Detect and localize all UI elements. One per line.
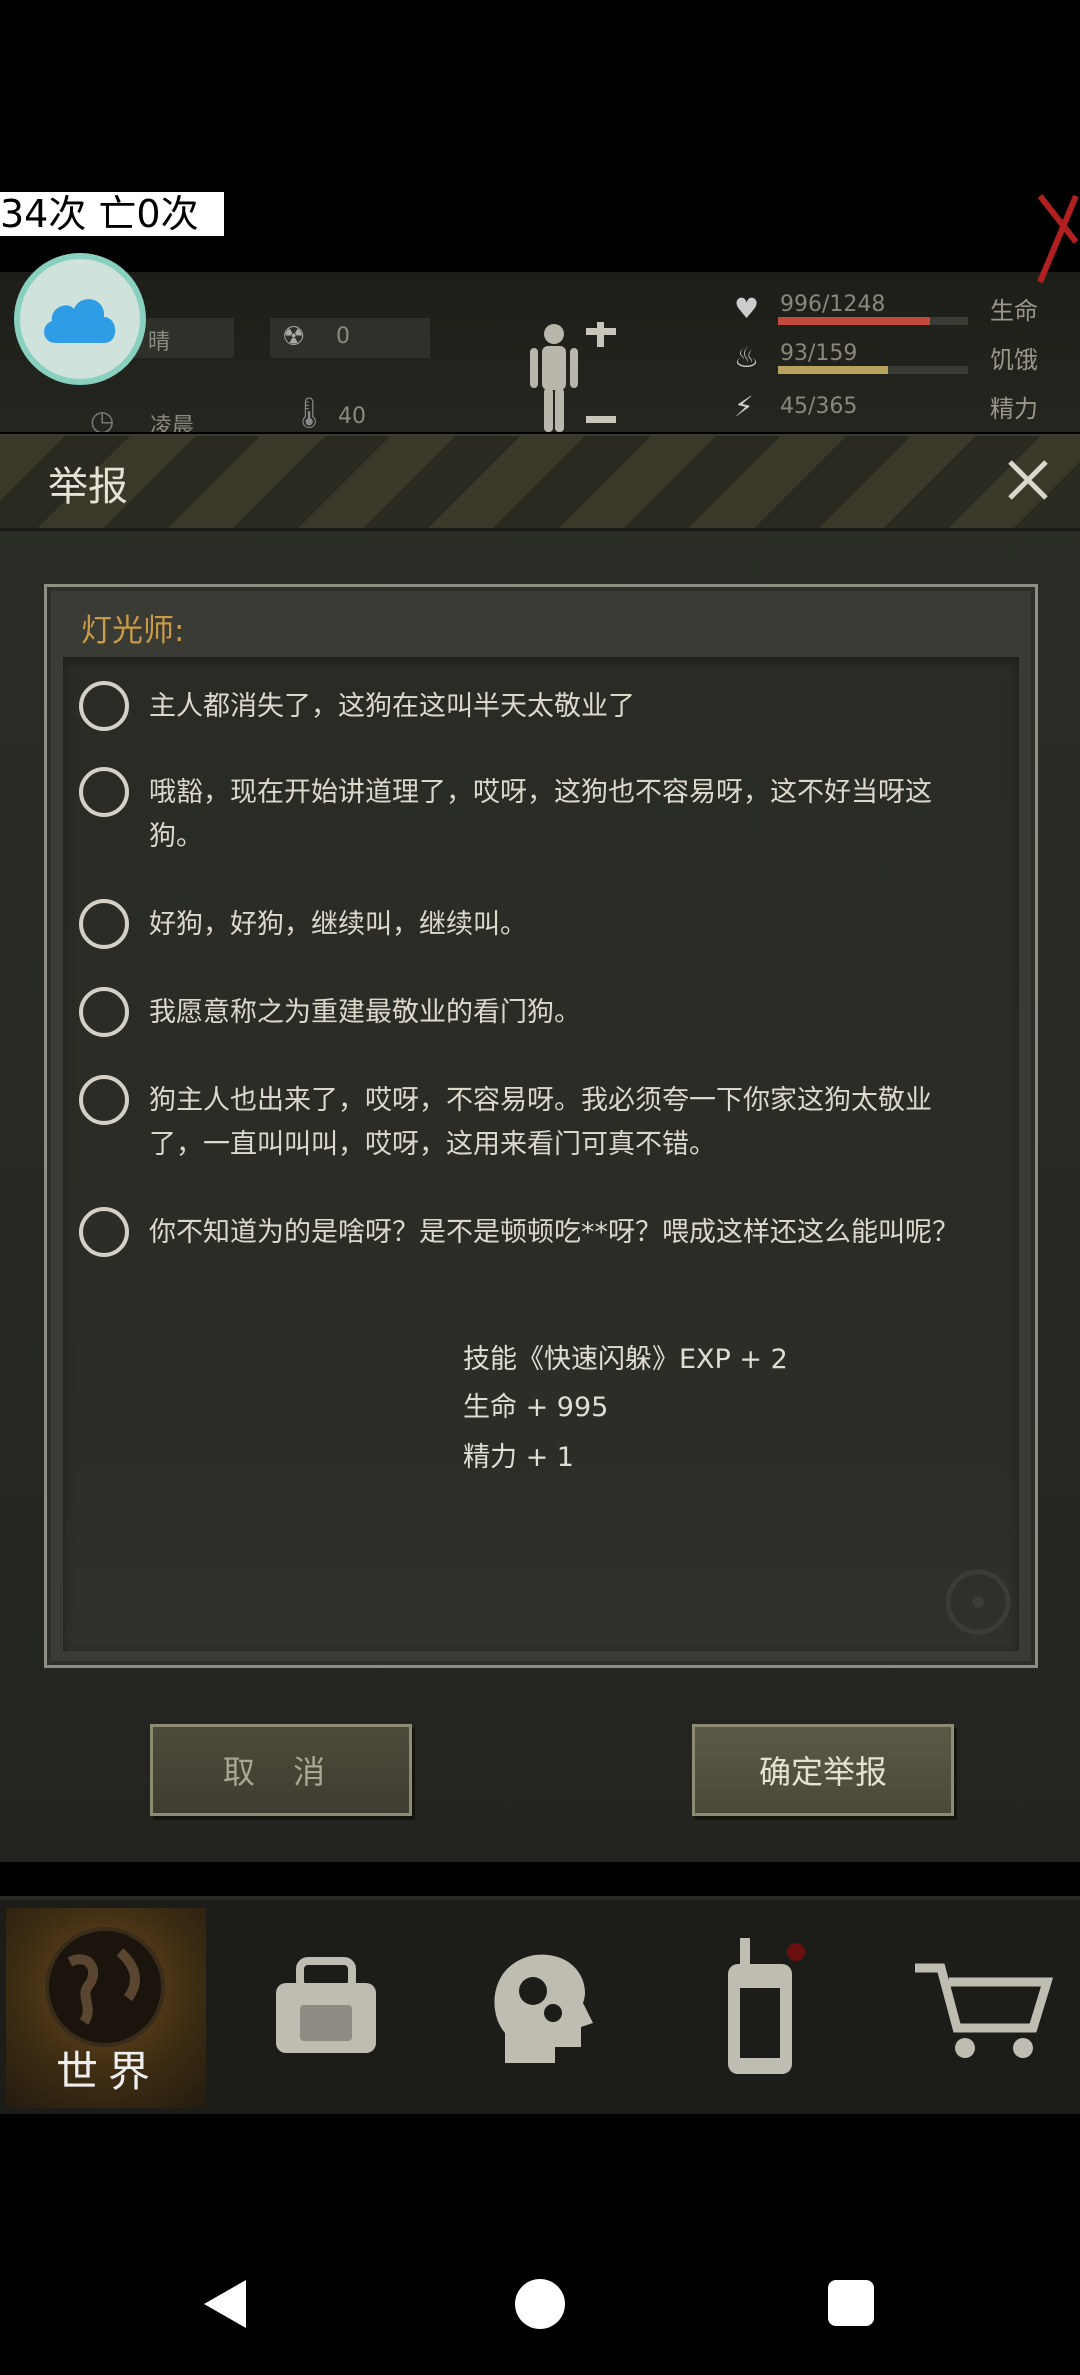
cloud-float-button[interactable] bbox=[14, 253, 146, 385]
report-option[interactable]: 你不知道为的是啥呀？是不是顿顿吃**呀？喂成这样还这么能叫呢？ bbox=[79, 1207, 979, 1307]
option-text: 好狗，好狗，继续叫，继续叫。 bbox=[149, 909, 527, 940]
radio-button[interactable] bbox=[79, 987, 129, 1037]
bottom-nav: 世界 bbox=[0, 1896, 1080, 2118]
reward-health: 生命 + 995 bbox=[463, 1392, 609, 1423]
thermometer-icon: 🌡 bbox=[290, 396, 329, 431]
radio-button[interactable] bbox=[79, 1075, 129, 1125]
option-text: 你不知道为的是啥呀？是不是顿顿吃**呀？喂成这样还这么能叫呢？ bbox=[149, 1217, 959, 1248]
recents-icon[interactable] bbox=[826, 2278, 876, 2328]
report-option[interactable]: 狗主人也出来了，哎呀，不容易呀。我必须夸一下你家这狗太敬业了，一直叫叫叫，哎呀，… bbox=[79, 1075, 979, 1175]
stomach-icon: ♨ bbox=[734, 340, 760, 374]
report-option[interactable]: 好狗，好狗，继续叫，继续叫。 bbox=[79, 899, 979, 955]
stats-list: ♥ 996/1248 生命 ♨ 93/159 饥饿 ⚡ 45/365 精力 bbox=[734, 288, 1074, 426]
option-text: 主人都消失了，这狗在这叫半天太敬业了 bbox=[149, 691, 635, 722]
attempt-counter: 34次 亡0次 bbox=[0, 192, 224, 236]
report-option[interactable]: 我愿意称之为重建最敬业的看门狗。 bbox=[79, 987, 979, 1043]
system-nav-bar bbox=[0, 2114, 1080, 2375]
nav-backpack[interactable] bbox=[226, 1908, 426, 2108]
stat-hunger: ♨ 93/159 饥饿 bbox=[734, 328, 1074, 386]
red-x-icon[interactable] bbox=[1036, 192, 1080, 288]
head-gears-icon bbox=[494, 1954, 593, 2063]
options-list: 主人都消失了，这狗在这叫半天太敬业了 哦豁，现在开始讲道理了，哎呀，这狗也不容易… bbox=[63, 657, 1019, 1651]
radio-button[interactable] bbox=[79, 681, 129, 731]
radio-button[interactable] bbox=[79, 1207, 129, 1257]
stat-hunger-bar bbox=[778, 365, 968, 374]
radio-button[interactable] bbox=[79, 767, 129, 817]
report-option[interactable]: 哦豁，现在开始讲道理了，哎呀，这狗也不容易呀，这不好当呀这狗。 bbox=[79, 767, 979, 867]
body-figure-icon[interactable] bbox=[520, 322, 620, 432]
shopping-cart-icon bbox=[915, 1963, 1054, 2058]
stat-hunger-value: 93/159 bbox=[780, 340, 858, 366]
weather-text: 晴 bbox=[148, 330, 171, 355]
option-text: 我愿意称之为重建最敬业的看门狗。 bbox=[149, 997, 581, 1028]
heart-icon: ♥ bbox=[734, 291, 760, 325]
nav-world-label: 世界 bbox=[56, 2047, 161, 2096]
nav-world[interactable]: 世界 bbox=[6, 1908, 206, 2108]
option-text: 狗主人也出来了，哎呀，不容易呀。我必须夸一下你家这狗太敬业了，一直叫叫叫，哎呀，… bbox=[149, 1085, 932, 1160]
cloud-icon bbox=[44, 299, 116, 343]
walkie-talkie-icon bbox=[728, 1938, 805, 2074]
time-cell: ◷ 凌晨 bbox=[84, 404, 214, 432]
nav-shop[interactable] bbox=[880, 1908, 1080, 2108]
cancel-button[interactable]: 取 消 bbox=[150, 1724, 412, 1816]
stat-health-bar bbox=[778, 316, 968, 325]
lightning-icon: ⚡ bbox=[734, 389, 754, 423]
backpack-icon bbox=[276, 1957, 376, 2053]
stat-health-label: 生命 bbox=[990, 296, 1038, 325]
globe-icon bbox=[45, 1927, 165, 2047]
status-hud: 晴 ☢ 0 ◷ 凌晨 🌡 40 ♥ 996/1248 生命 ♨ 93/159 饥… bbox=[0, 272, 1080, 432]
radiation-watermark-icon bbox=[945, 1569, 1011, 1635]
radiation-cell: ☢ 0 bbox=[270, 318, 430, 358]
clock-icon: ◷ bbox=[90, 404, 115, 432]
report-dialog: 举报 灯光师: 主人都消失了，这狗在这叫半天太敬业了 哦豁，现在开始讲道理了，哎… bbox=[0, 434, 1080, 1862]
reward-skill-exp: 技能《快速闪躲》EXP + 2 bbox=[463, 1344, 788, 1375]
close-icon bbox=[1008, 460, 1048, 500]
temperature-cell: 🌡 40 bbox=[290, 396, 420, 432]
reward-energy: 精力 + 1 bbox=[463, 1442, 574, 1473]
stat-health-value: 996/1248 bbox=[780, 291, 886, 317]
stat-energy-value: 45/365 bbox=[780, 393, 858, 419]
confirm-report-button[interactable]: 确定举报 bbox=[692, 1724, 954, 1816]
radio-button[interactable] bbox=[79, 899, 129, 949]
report-option[interactable]: 主人都消失了，这狗在这叫半天太敬业了 bbox=[79, 681, 979, 737]
temperature-value: 40 bbox=[338, 404, 366, 429]
option-text: 哦豁，现在开始讲道理了，哎呀，这狗也不容易呀，这不好当呀这狗。 bbox=[149, 777, 932, 852]
stat-hunger-label: 饥饿 bbox=[990, 345, 1038, 374]
nav-skills[interactable] bbox=[440, 1908, 640, 2108]
radiation-value: 0 bbox=[336, 324, 350, 349]
stat-energy: ⚡ 45/365 精力 bbox=[734, 386, 1074, 426]
speaker-name: 灯光师: bbox=[81, 613, 185, 649]
dialog-header: 举报 bbox=[0, 436, 1080, 531]
time-text: 凌晨 bbox=[150, 414, 195, 432]
back-icon[interactable] bbox=[200, 2278, 250, 2330]
home-icon[interactable] bbox=[514, 2278, 566, 2330]
radiation-icon: ☢ bbox=[282, 322, 306, 352]
nav-radio[interactable] bbox=[660, 1908, 860, 2108]
stat-health: ♥ 996/1248 生命 bbox=[734, 288, 1074, 328]
dialog-title: 举报 bbox=[48, 464, 128, 510]
stat-energy-label: 精力 bbox=[990, 394, 1038, 423]
close-button[interactable] bbox=[1002, 454, 1054, 506]
report-panel: 灯光师: 主人都消失了，这狗在这叫半天太敬业了 哦豁，现在开始讲道理了，哎呀，这… bbox=[44, 584, 1038, 1668]
